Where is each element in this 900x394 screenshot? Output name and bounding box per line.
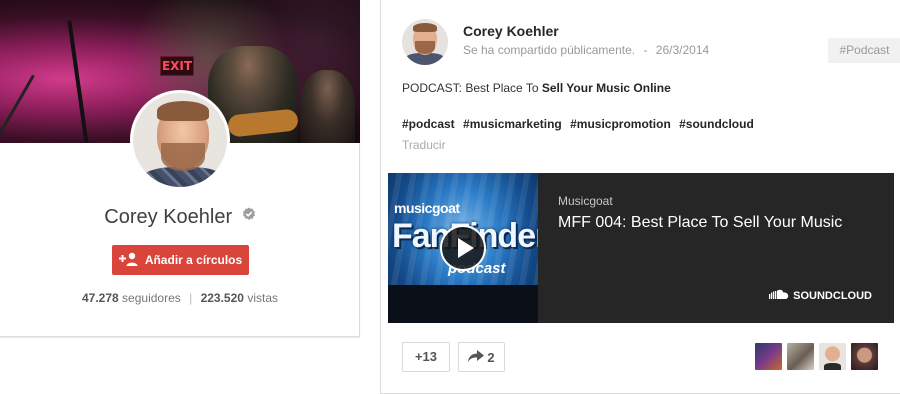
sharer-avatar[interactable] bbox=[819, 343, 846, 370]
avatar-hair bbox=[157, 101, 209, 121]
sharer-avatar[interactable] bbox=[851, 343, 878, 370]
add-person-icon bbox=[118, 252, 139, 269]
sharer-avatar[interactable] bbox=[787, 343, 814, 370]
profile-name[interactable]: Corey Koehler bbox=[104, 206, 232, 228]
profile-name-row: Corey Koehler bbox=[0, 206, 360, 229]
sharer-avatar[interactable] bbox=[755, 343, 782, 370]
avatar-beard bbox=[161, 143, 205, 171]
post-share-meta: Se ha compartido públicamente. - 26/3/20… bbox=[463, 43, 709, 57]
embed-source: Musicgoat bbox=[558, 194, 613, 208]
views-label: vistas bbox=[247, 291, 278, 305]
add-to-circles-label: Añadir a círculos bbox=[144, 253, 243, 267]
thumbnail-crowd bbox=[388, 285, 538, 323]
share-arrow-icon bbox=[468, 349, 485, 365]
embed-thumbnail[interactable]: musicgoat FanFinder podcast bbox=[388, 173, 538, 323]
soundcloud-badge[interactable]: SOUNDCLOUD bbox=[769, 289, 872, 303]
post-visibility: Se ha compartido públicamente. bbox=[463, 43, 636, 57]
soundcloud-embed[interactable]: musicgoat FanFinder podcast Musicgoat MF… bbox=[388, 173, 894, 323]
sharers-list bbox=[755, 343, 878, 370]
followers-label: seguidores bbox=[122, 291, 181, 305]
followers-count: 47.278 bbox=[82, 291, 119, 305]
musician-figure bbox=[300, 70, 355, 143]
post-tag-chip[interactable]: #Podcast bbox=[828, 38, 900, 63]
meta-dash: - bbox=[643, 43, 648, 57]
post-author-avatar[interactable] bbox=[402, 19, 448, 65]
post-author-name[interactable]: Corey Koehler bbox=[463, 23, 559, 39]
hashtag-link[interactable]: #soundcloud bbox=[679, 117, 754, 131]
profile-card: EXIT Corey Koehler Añadir a círculos 47.… bbox=[0, 0, 360, 337]
post-date[interactable]: 26/3/2014 bbox=[656, 43, 709, 57]
translate-link[interactable]: Traducir bbox=[402, 138, 446, 152]
hashtag-link[interactable]: #musicpromotion bbox=[570, 117, 671, 131]
post-text-bold: Sell Your Music Online bbox=[541, 81, 671, 95]
add-to-circles-button[interactable]: Añadir a círculos bbox=[112, 245, 249, 275]
post-text: PODCAST: Best Place To Sell Your Music O… bbox=[402, 81, 671, 95]
views-count: 223.520 bbox=[200, 291, 244, 305]
post-avatar-hair bbox=[413, 23, 437, 32]
post-card: Corey Koehler Se ha compartido públicame… bbox=[380, 0, 900, 394]
stats-separator: | bbox=[189, 291, 193, 305]
share-count: 2 bbox=[487, 349, 495, 365]
exit-sign: EXIT bbox=[160, 56, 194, 76]
post-avatar-beard bbox=[415, 41, 435, 54]
verified-check-icon bbox=[242, 204, 256, 227]
hashtag-link[interactable]: #musicmarketing bbox=[463, 117, 562, 131]
hashtag-link[interactable]: #podcast bbox=[402, 117, 455, 131]
plus-one-button[interactable]: +13 bbox=[402, 342, 450, 372]
thumbnail-logo-top: musicgoat bbox=[394, 200, 460, 216]
profile-avatar[interactable] bbox=[130, 90, 230, 190]
share-button[interactable]: 2 bbox=[458, 342, 505, 372]
embed-title[interactable]: MFF 004: Best Place To Sell Your Music bbox=[558, 214, 842, 232]
post-hashtags: #podcast #musicmarketing #musicpromotion… bbox=[402, 117, 759, 131]
play-icon[interactable] bbox=[440, 225, 486, 271]
profile-stats: 47.278 seguidores | 223.520 vistas bbox=[0, 291, 360, 305]
soundcloud-cloud-icon bbox=[769, 289, 789, 303]
post-text-prefix: PODCAST: Best Place To bbox=[402, 81, 542, 95]
soundcloud-label: SOUNDCLOUD bbox=[793, 290, 872, 302]
